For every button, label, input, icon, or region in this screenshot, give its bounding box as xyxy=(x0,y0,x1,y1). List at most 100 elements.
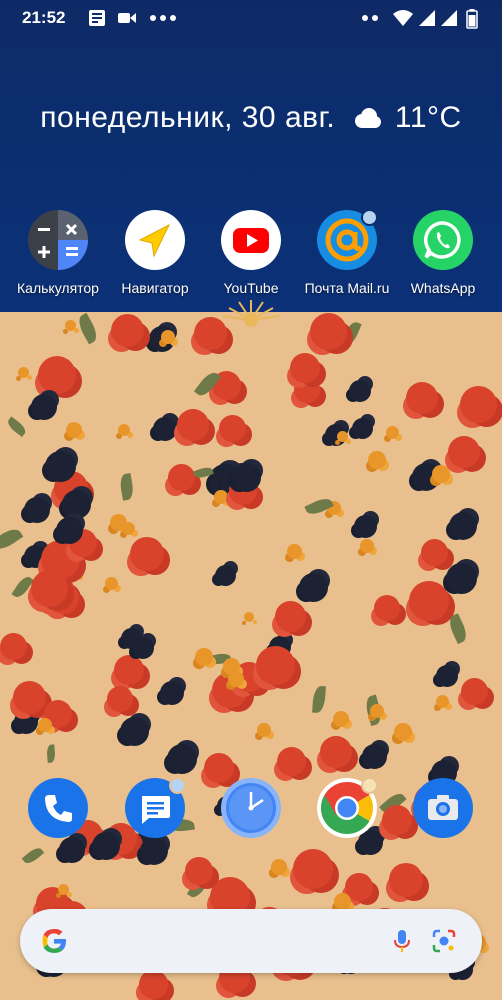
wallpaper-marigold xyxy=(432,465,450,483)
glance-temperature[interactable]: 11°C xyxy=(395,101,462,134)
wallpaper-marigold xyxy=(360,539,374,553)
wallpaper-iris xyxy=(24,497,50,523)
wallpaper-marigold xyxy=(214,490,228,504)
youtube-play-icon xyxy=(221,210,281,270)
wallpaper-leaf xyxy=(5,416,29,437)
status-bar: 21:52 xyxy=(0,0,502,36)
app-label: Калькулятор xyxy=(17,280,99,296)
app-calculator[interactable]: Калькулятор xyxy=(10,210,106,296)
app-label: WhatsApp xyxy=(410,280,476,296)
dock-clock[interactable] xyxy=(203,778,299,838)
wallpaper-iris xyxy=(299,573,328,602)
dock-messages[interactable] xyxy=(107,777,203,838)
wallpaper-poppy xyxy=(275,601,307,633)
wallpaper-marigold xyxy=(368,451,386,469)
wallpaper-leaf xyxy=(0,524,24,554)
google-search-bar[interactable] xyxy=(20,909,482,973)
notification-dot xyxy=(361,777,378,794)
app-label: Навигатор xyxy=(121,280,189,296)
wallpaper-poppy xyxy=(107,686,134,713)
lens-icon[interactable] xyxy=(430,927,458,955)
wallpaper-poppy xyxy=(461,678,489,706)
wallpaper-poppy xyxy=(114,655,145,686)
wallpaper-leaf xyxy=(46,744,56,763)
wallpaper-marigold xyxy=(394,723,412,741)
app-youtube[interactable]: YouTube xyxy=(203,210,299,296)
wallpaper-poppy xyxy=(421,539,449,567)
phone-icon xyxy=(28,778,88,838)
wallpaper-iris xyxy=(354,515,377,538)
signal-icon xyxy=(419,10,435,26)
wallpaper-leaf xyxy=(74,312,101,345)
more-dots-icon xyxy=(150,15,176,21)
news-icon xyxy=(89,10,105,26)
wallpaper-iris xyxy=(215,565,237,587)
wallpaper-marigold xyxy=(334,893,352,911)
camera-icon xyxy=(413,778,473,838)
app-mail-ru[interactable]: Почта Mail.ru xyxy=(299,209,395,296)
at-a-glance-widget[interactable]: понедельник, 30 авг. 11°C xyxy=(0,100,502,135)
wallpaper-marigold xyxy=(38,718,53,733)
dock-camera[interactable] xyxy=(395,778,491,838)
wallpaper-poppy xyxy=(256,646,295,685)
wallpaper-poppy xyxy=(111,314,145,348)
wallpaper-poppy xyxy=(168,464,195,491)
wifi-icon xyxy=(393,10,413,26)
wallpaper-poppy xyxy=(139,970,168,999)
wallpaper-poppy xyxy=(277,747,306,776)
wallpaper-marigold xyxy=(105,577,118,590)
wallpaper-poppy xyxy=(310,313,348,351)
whatsapp-icon xyxy=(413,210,473,270)
wallpaper-leaf xyxy=(118,473,135,501)
calculator-icon xyxy=(28,210,88,270)
wallpaper-marigold xyxy=(370,704,385,719)
notification-dot xyxy=(361,209,378,226)
wallpaper-poppy xyxy=(448,436,481,469)
wallpaper-iris xyxy=(45,451,77,483)
wallpaper-marigold xyxy=(386,426,400,440)
wallpaper-poppy xyxy=(0,633,28,661)
wallpaper-iris xyxy=(62,490,91,519)
messages-icon xyxy=(125,777,186,838)
app-whatsapp[interactable]: WhatsApp xyxy=(395,210,491,296)
cloud-icon xyxy=(355,108,382,129)
wallpaper-iris xyxy=(446,563,477,594)
wallpaper-poppy xyxy=(177,409,210,442)
wallpaper-poppy xyxy=(389,863,423,897)
wallpaper-poppy xyxy=(460,386,498,424)
wallpaper-marigold xyxy=(244,612,255,623)
wallpaper-poppy xyxy=(406,382,439,415)
wallpaper-marigold xyxy=(436,695,450,709)
google-g-icon xyxy=(42,928,66,953)
wallpaper-poppy xyxy=(320,736,352,768)
wallpaper-iris xyxy=(362,744,387,769)
wallpaper-iris xyxy=(132,637,154,659)
wallpaper-marigold xyxy=(66,422,83,439)
status-time: 21:52 xyxy=(22,8,66,27)
wallpaper-iris xyxy=(352,418,374,440)
wallpaper-poppy xyxy=(374,595,401,622)
wallpaper-marigold xyxy=(18,367,30,379)
wallpaper-poppy xyxy=(409,581,449,621)
wallpaper-poppy xyxy=(293,849,333,889)
app-navigator[interactable]: Навигатор xyxy=(107,210,203,296)
wallpaper-floral xyxy=(0,312,502,1000)
wallpaper-marigold xyxy=(271,859,287,875)
wallpaper-iris xyxy=(120,717,150,747)
wallpaper-iris xyxy=(59,837,85,863)
wallpaper-marigold xyxy=(337,431,348,442)
dock-chrome[interactable] xyxy=(299,777,395,838)
wallpaper-leaf xyxy=(312,685,327,714)
glance-date[interactable]: понедельник, 30 авг. xyxy=(40,101,335,134)
wallpaper-iris xyxy=(153,417,178,442)
wallpaper-marigold xyxy=(58,884,70,896)
chrome-icon xyxy=(317,777,378,838)
wallpaper-iris xyxy=(160,681,184,705)
dock-phone[interactable] xyxy=(10,778,106,838)
at-sign-icon xyxy=(317,209,378,270)
mic-icon[interactable] xyxy=(388,927,416,955)
wallpaper-iris xyxy=(349,380,372,403)
wallpaper-poppy xyxy=(290,353,321,384)
wallpaper-poppy xyxy=(130,537,164,571)
wallpaper-iris xyxy=(167,744,198,775)
